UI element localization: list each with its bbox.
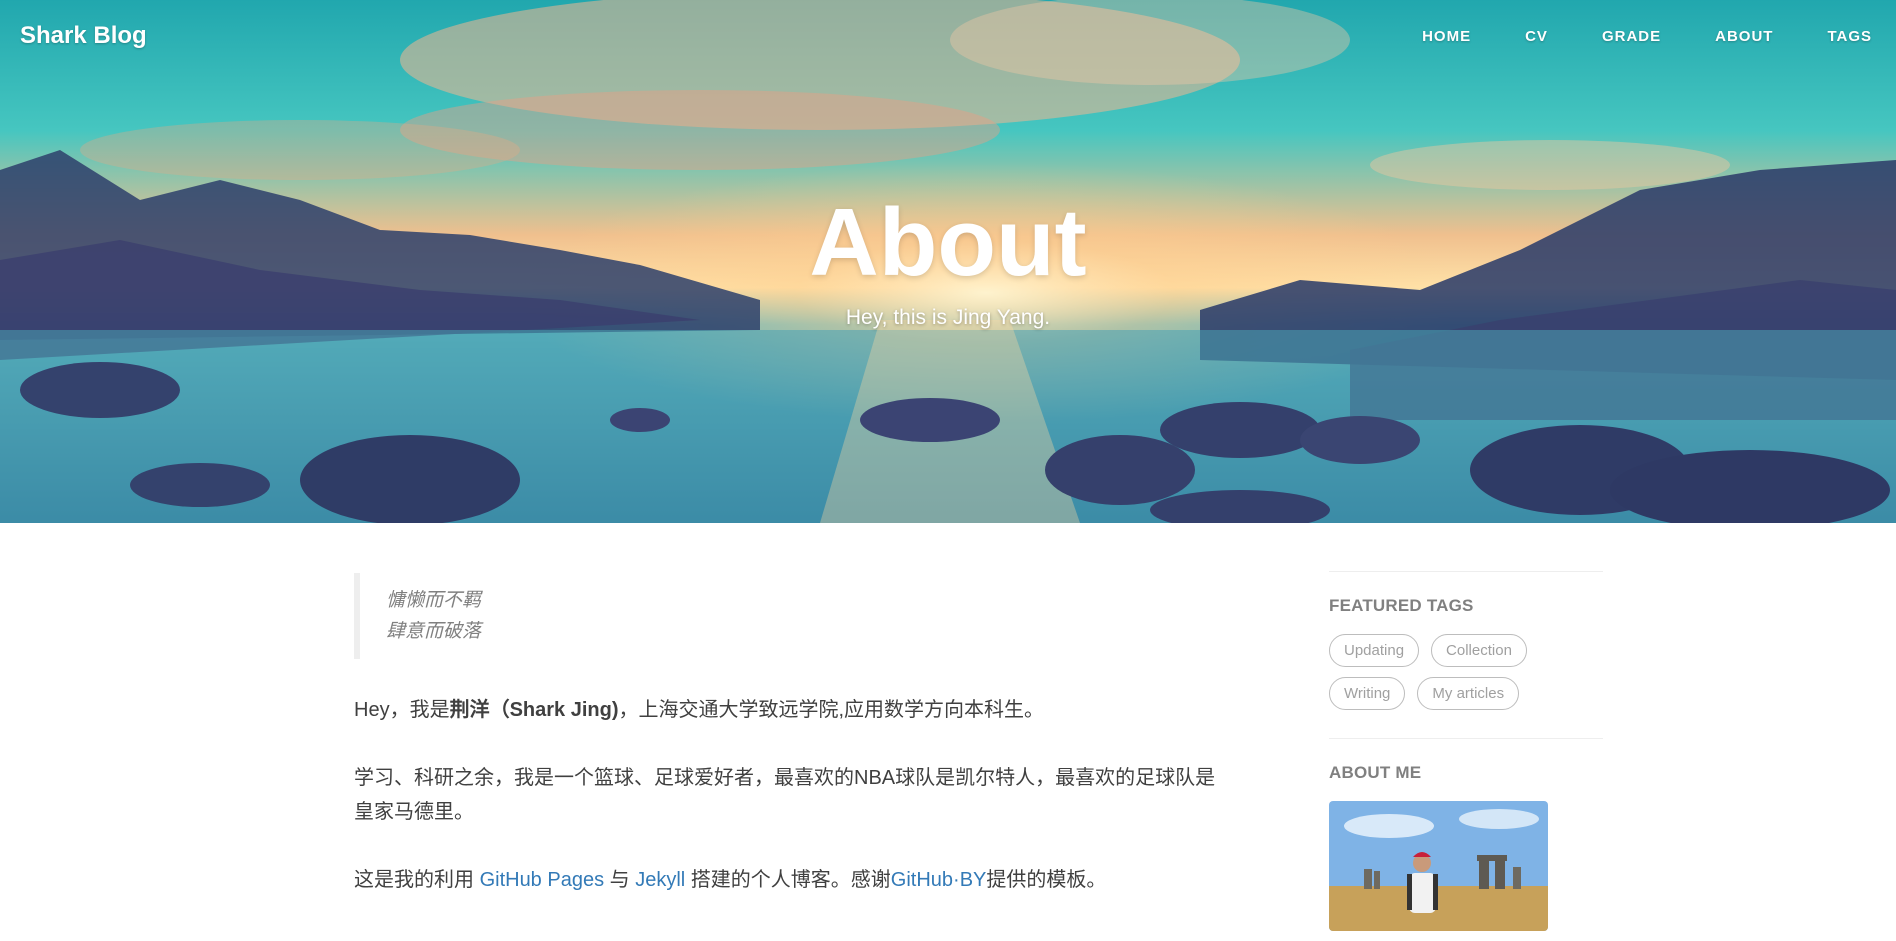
brand-link[interactable]: Shark Blog bbox=[20, 22, 147, 50]
post-content: 慵懒而不羁 肆意而破落 Hey，我是荆洋（Shark Jing)，上海交通大学致… bbox=[354, 573, 1234, 897]
author-name: 荆洋（Shark Jing) bbox=[449, 699, 619, 721]
intro-paragraph: Hey，我是荆洋（Shark Jing)，上海交通大学致远学院,应用数学方向本科… bbox=[354, 693, 1234, 727]
divider bbox=[1329, 738, 1603, 739]
avatar bbox=[1329, 801, 1548, 931]
divider bbox=[1329, 571, 1603, 572]
tag-writing[interactable]: Writing bbox=[1329, 677, 1406, 710]
hero-header: Shark Blog HOME CV GRADE ABOUT TAGS Abou… bbox=[0, 0, 1896, 523]
hobby-paragraph: 学习、科研之余，我是一个篮球、足球爱好者，最喜欢的NBA球队是凯尔特人，最喜欢的… bbox=[354, 767, 1216, 823]
quote-block: 慵懒而不羁 肆意而破落 bbox=[354, 573, 1234, 659]
github-pages-link[interactable]: GitHub Pages bbox=[480, 869, 605, 891]
quote-line-2: 肆意而破落 bbox=[386, 621, 482, 642]
nav-cv[interactable]: CV bbox=[1525, 28, 1548, 45]
blog-mid2: 搭建的个人博客。感谢 bbox=[685, 869, 891, 891]
intro-suffix: ，上海交通大学致远学院,应用数学方向本科生。 bbox=[618, 699, 1045, 721]
page-title: About bbox=[809, 189, 1087, 296]
tag-my-articles[interactable]: My articles bbox=[1417, 677, 1520, 710]
jekyll-link[interactable]: Jekyll bbox=[635, 869, 685, 891]
quote-line-1: 慵懒而不羁 bbox=[386, 590, 482, 611]
tag-collection[interactable]: Collection bbox=[1431, 634, 1527, 667]
top-nav: HOME CV GRADE ABOUT TAGS bbox=[1368, 28, 1872, 45]
blog-suffix: 提供的模板。 bbox=[986, 869, 1107, 891]
profile-photo bbox=[1329, 801, 1548, 931]
github-by-link[interactable]: GitHub·BY bbox=[891, 869, 987, 891]
featured-tags-title: FEATURED TAGS bbox=[1329, 596, 1474, 615]
blog-prefix: 这是我的利用 bbox=[354, 869, 480, 891]
nav-about[interactable]: ABOUT bbox=[1715, 28, 1773, 45]
page-subtitle: Hey, this is Jing Yang. bbox=[845, 306, 1051, 329]
intro-prefix: Hey，我是 bbox=[354, 699, 450, 721]
featured-tags-list: Updating Collection Writing My articles bbox=[1329, 634, 1603, 710]
sidebar: FEATURED TAGS Updating Collection Writin… bbox=[1329, 571, 1603, 931]
about-me-title: ABOUT ME bbox=[1329, 763, 1422, 782]
blog-mid1: 与 bbox=[604, 869, 636, 891]
blog-paragraph: 这是我的利用 GitHub Pages 与 Jekyll 搭建的个人博客。感谢G… bbox=[354, 863, 1234, 897]
tag-updating[interactable]: Updating bbox=[1329, 634, 1420, 667]
nav-home[interactable]: HOME bbox=[1422, 28, 1471, 45]
nav-grade[interactable]: GRADE bbox=[1602, 28, 1661, 45]
nav-tags[interactable]: TAGS bbox=[1827, 28, 1872, 45]
